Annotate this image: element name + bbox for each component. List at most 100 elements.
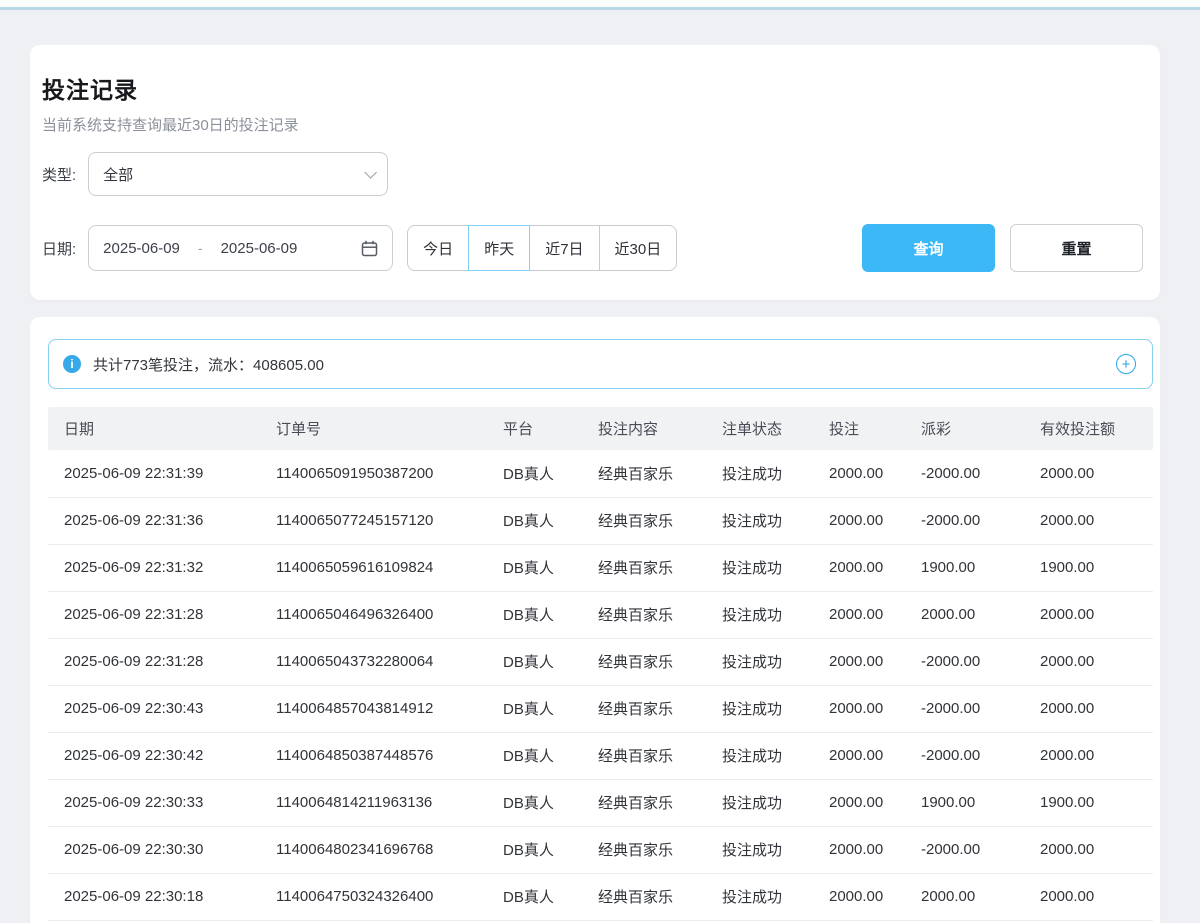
table-cell: 2000.00 (813, 591, 905, 638)
quick-range-group: 今日昨天近7日近30日 (407, 225, 677, 271)
table-cell: 经典百家乐 (582, 497, 706, 544)
calendar-icon (361, 240, 378, 257)
table-cell: 2000.00 (905, 591, 1024, 638)
table-cell: -2000.00 (905, 685, 1024, 732)
summary-banner: i 共计773笔投注，流水：408605.00 + (48, 339, 1153, 389)
type-select[interactable]: 全部 (88, 152, 388, 196)
quick-range-1[interactable]: 昨天 (468, 225, 530, 271)
bet-records-table: 日期订单号平台投注内容注单状态投注派彩有效投注额 2025-06-09 22:3… (48, 407, 1153, 921)
table-row: 2025-06-09 22:30:421140064850387448576DB… (48, 732, 1153, 779)
table-cell: 经典百家乐 (582, 826, 706, 873)
table-cell: 2025-06-09 22:31:36 (48, 497, 260, 544)
table-cell: 2000.00 (1024, 826, 1153, 873)
table-cell: DB真人 (487, 873, 582, 920)
table-cell: DB真人 (487, 450, 582, 497)
quick-range-2[interactable]: 近7日 (529, 225, 599, 271)
chevron-down-icon (364, 166, 377, 179)
table-cell: 1140064850387448576 (260, 732, 487, 779)
filter-actions: 查询 重置 (862, 224, 1143, 272)
table-cell: 经典百家乐 (582, 779, 706, 826)
table-cell: 1900.00 (905, 779, 1024, 826)
date-label: 日期: (42, 238, 76, 259)
table-cell: 1900.00 (905, 544, 1024, 591)
table-cell: 投注成功 (706, 591, 813, 638)
table-cell: 经典百家乐 (582, 591, 706, 638)
table-cell: -2000.00 (905, 450, 1024, 497)
column-header: 日期 (48, 407, 260, 450)
table-cell: 2000.00 (1024, 685, 1153, 732)
table-cell: 2025-06-09 22:31:39 (48, 450, 260, 497)
table-cell: 2000.00 (813, 779, 905, 826)
type-filter-row: 类型: 全部 (42, 152, 1143, 196)
table-cell: 2000.00 (1024, 873, 1153, 920)
quick-range-3[interactable]: 近30日 (599, 225, 678, 271)
reset-button[interactable]: 重置 (1010, 224, 1143, 272)
table-cell: -2000.00 (905, 732, 1024, 779)
column-header: 平台 (487, 407, 582, 450)
table-cell: 投注成功 (706, 826, 813, 873)
table-cell: 2000.00 (1024, 591, 1153, 638)
table-cell: 1140064857043814912 (260, 685, 487, 732)
table-cell: 经典百家乐 (582, 638, 706, 685)
table-cell: 经典百家乐 (582, 450, 706, 497)
date-start-value[interactable]: 2025-06-09 (103, 240, 180, 257)
table-cell: 2025-06-09 22:31:32 (48, 544, 260, 591)
table-cell: -2000.00 (905, 826, 1024, 873)
column-header: 注单状态 (706, 407, 813, 450)
table-cell: 投注成功 (706, 544, 813, 591)
table-cell: 投注成功 (706, 638, 813, 685)
results-card: i 共计773笔投注，流水：408605.00 + 日期订单号平台投注内容注单状… (30, 317, 1160, 923)
page-subtitle: 当前系统支持查询最近30日的投注记录 (42, 114, 1143, 135)
quick-range-0[interactable]: 今日 (407, 225, 469, 271)
column-header: 有效投注额 (1024, 407, 1153, 450)
table-cell: 投注成功 (706, 450, 813, 497)
table-cell: -2000.00 (905, 497, 1024, 544)
table-cell: 2025-06-09 22:30:18 (48, 873, 260, 920)
table-cell: DB真人 (487, 779, 582, 826)
table-cell: 2025-06-09 22:30:30 (48, 826, 260, 873)
table-cell: 2025-06-09 22:31:28 (48, 638, 260, 685)
table-cell: 经典百家乐 (582, 685, 706, 732)
table-cell: 1900.00 (1024, 544, 1153, 591)
table-cell: 1140065043732280064 (260, 638, 487, 685)
query-button[interactable]: 查询 (862, 224, 995, 272)
table-row: 2025-06-09 22:31:391140065091950387200DB… (48, 450, 1153, 497)
date-filter-row: 日期: 2025-06-09 - 2025-06-09 今日昨天近7日近30日 … (42, 224, 1143, 272)
table-cell: DB真人 (487, 732, 582, 779)
table-cell: -2000.00 (905, 638, 1024, 685)
table-cell: 1140065046496326400 (260, 591, 487, 638)
column-header: 投注 (813, 407, 905, 450)
table-cell: 投注成功 (706, 732, 813, 779)
table-cell: DB真人 (487, 638, 582, 685)
table-cell: 2000.00 (1024, 497, 1153, 544)
table-cell: 2000.00 (813, 638, 905, 685)
table-cell: 经典百家乐 (582, 544, 706, 591)
table-cell: DB真人 (487, 497, 582, 544)
expand-plus-icon[interactable]: + (1116, 354, 1136, 374)
table-cell: DB真人 (487, 685, 582, 732)
filter-card: 投注记录 当前系统支持查询最近30日的投注记录 类型: 全部 日期: 2025-… (30, 45, 1160, 300)
table-cell: 2000.00 (905, 873, 1024, 920)
table-cell: 2000.00 (813, 732, 905, 779)
date-end-value[interactable]: 2025-06-09 (221, 240, 298, 257)
table-cell: 2000.00 (813, 497, 905, 544)
table-cell: 2025-06-09 22:31:28 (48, 591, 260, 638)
table-cell: 投注成功 (706, 873, 813, 920)
table-cell: 2000.00 (1024, 638, 1153, 685)
table-cell: 投注成功 (706, 685, 813, 732)
table-cell: DB真人 (487, 544, 582, 591)
page-title: 投注记录 (42, 71, 1143, 105)
table-row: 2025-06-09 22:30:331140064814211963136DB… (48, 779, 1153, 826)
date-range-picker[interactable]: 2025-06-09 - 2025-06-09 (88, 225, 393, 271)
column-header: 投注内容 (582, 407, 706, 450)
table-cell: 1140065091950387200 (260, 450, 487, 497)
table-row: 2025-06-09 22:30:181140064750324326400DB… (48, 873, 1153, 920)
column-header: 派彩 (905, 407, 1024, 450)
table-cell: 投注成功 (706, 497, 813, 544)
summary-text: 共计773笔投注，流水：408605.00 (93, 354, 324, 375)
table-cell: 2000.00 (813, 826, 905, 873)
table-row: 2025-06-09 22:31:361140065077245157120DB… (48, 497, 1153, 544)
table-cell: 2000.00 (813, 873, 905, 920)
table-row: 2025-06-09 22:31:281140065043732280064DB… (48, 638, 1153, 685)
table-row: 2025-06-09 22:31:321140065059616109824DB… (48, 544, 1153, 591)
